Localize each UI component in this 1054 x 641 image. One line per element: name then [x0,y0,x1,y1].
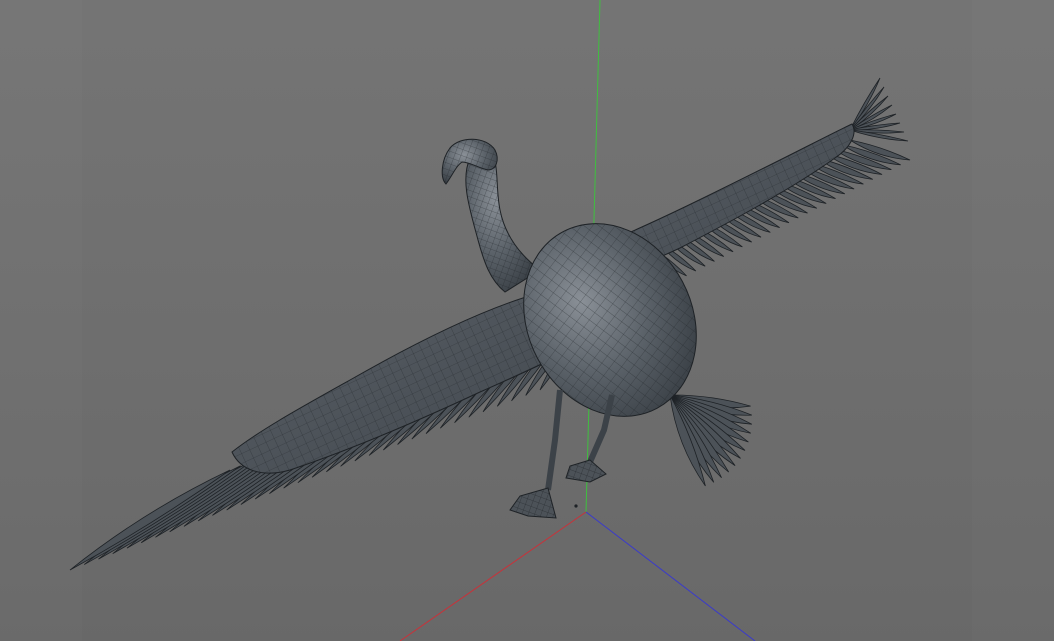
3d-viewport[interactable] [0,0,1054,641]
axis-origin-dot [574,504,578,508]
scene-canvas[interactable] [0,0,1054,641]
